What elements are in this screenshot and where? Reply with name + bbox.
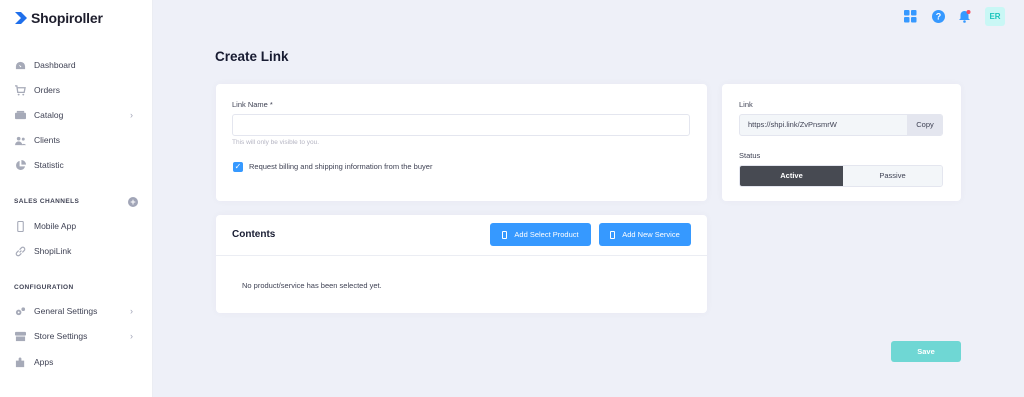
sidebar-item-label: Statistic bbox=[34, 160, 64, 170]
chevron-right-icon: › bbox=[130, 306, 133, 316]
sidebar-item-label: Orders bbox=[34, 85, 60, 95]
save-button[interactable]: Save bbox=[891, 341, 961, 362]
add-new-service-label: Add New Service bbox=[622, 230, 680, 239]
contents-title: Contents bbox=[232, 229, 276, 240]
mobile-icon bbox=[14, 220, 26, 232]
help-icon[interactable]: ? bbox=[932, 10, 945, 23]
page-title: Create Link bbox=[215, 49, 289, 64]
sidebar-item-shopilink[interactable]: ShopiLink bbox=[14, 243, 140, 259]
add-new-service-button[interactable]: Add New Service bbox=[599, 223, 691, 246]
dashboard-icon bbox=[14, 59, 26, 71]
section-title-sales-channels: SALES CHANNELS bbox=[14, 198, 80, 205]
app-logo[interactable]: Shopiroller bbox=[14, 9, 103, 27]
link-label: Link bbox=[739, 100, 753, 109]
sidebar: Shopiroller Dashboard Orders Catalog › C… bbox=[0, 0, 153, 397]
sidebar-item-store-settings[interactable]: Store Settings › bbox=[14, 328, 140, 344]
sidebar-item-label: Clients bbox=[34, 135, 60, 145]
link-value[interactable]: https://shpi.link/ZvPnsmrW bbox=[740, 115, 907, 135]
status-passive-option[interactable]: Passive bbox=[843, 166, 942, 186]
pie-chart-icon bbox=[14, 159, 26, 171]
sidebar-item-general-settings[interactable]: General Settings › bbox=[14, 303, 140, 319]
plus-circle-icon[interactable]: + bbox=[128, 197, 138, 207]
add-select-product-button[interactable]: Add Select Product bbox=[490, 223, 591, 246]
sidebar-item-label: Apps bbox=[34, 357, 54, 367]
sidebar-item-label: ShopiLink bbox=[34, 246, 72, 256]
sidebar-item-label: General Settings bbox=[34, 306, 98, 316]
store-icon bbox=[14, 330, 26, 342]
link-icon bbox=[14, 245, 26, 257]
add-select-product-label: Add Select Product bbox=[514, 230, 579, 239]
link-field: https://shpi.link/ZvPnsmrW Copy bbox=[739, 114, 943, 136]
mobile-icon bbox=[502, 230, 508, 239]
notification-bell-icon[interactable] bbox=[958, 10, 971, 23]
chevron-right-icon: › bbox=[130, 331, 133, 341]
sidebar-item-label: Mobile App bbox=[34, 221, 77, 231]
copy-button[interactable]: Copy bbox=[907, 115, 942, 135]
clients-icon bbox=[14, 134, 26, 146]
cart-icon bbox=[14, 84, 26, 96]
sidebar-item-dashboard[interactable]: Dashboard bbox=[14, 57, 140, 73]
sidebar-item-label: Catalog bbox=[34, 110, 64, 120]
puzzle-icon bbox=[14, 356, 26, 368]
billing-checkbox-label: Request billing and shipping information… bbox=[249, 162, 433, 171]
app-name: Shopiroller bbox=[31, 10, 103, 26]
catalog-icon bbox=[14, 109, 26, 121]
sidebar-item-apps[interactable]: Apps bbox=[14, 354, 140, 370]
gears-icon bbox=[14, 305, 26, 317]
logo-icon bbox=[15, 12, 27, 24]
sidebar-item-catalog[interactable]: Catalog › bbox=[14, 107, 140, 123]
link-name-label: Link Name * bbox=[232, 100, 273, 109]
mobile-icon bbox=[610, 230, 616, 239]
status-toggle: Active Passive bbox=[739, 165, 943, 187]
chevron-right-icon: › bbox=[130, 110, 133, 120]
sidebar-item-label: Store Settings bbox=[34, 331, 88, 341]
apps-grid-icon[interactable] bbox=[904, 10, 917, 23]
sidebar-item-orders[interactable]: Orders bbox=[14, 82, 140, 98]
link-name-hint: This will only be visible to you. bbox=[232, 139, 320, 146]
svg-text:?: ? bbox=[936, 12, 942, 22]
sidebar-item-mobile-app[interactable]: Mobile App bbox=[14, 218, 140, 234]
sidebar-item-statistic[interactable]: Statistic bbox=[14, 157, 140, 173]
avatar[interactable]: ER bbox=[985, 7, 1005, 26]
contents-empty-message: No product/service has been selected yet… bbox=[242, 281, 382, 290]
section-title-configuration: CONFIGURATION bbox=[14, 284, 74, 291]
contents-divider bbox=[216, 255, 707, 256]
link-name-input[interactable] bbox=[232, 114, 690, 136]
sidebar-item-clients[interactable]: Clients bbox=[14, 132, 140, 148]
status-label: Status bbox=[739, 151, 761, 160]
billing-checkbox[interactable]: ✓ bbox=[233, 162, 243, 172]
sidebar-item-label: Dashboard bbox=[34, 60, 76, 70]
status-active-option[interactable]: Active bbox=[740, 166, 843, 186]
